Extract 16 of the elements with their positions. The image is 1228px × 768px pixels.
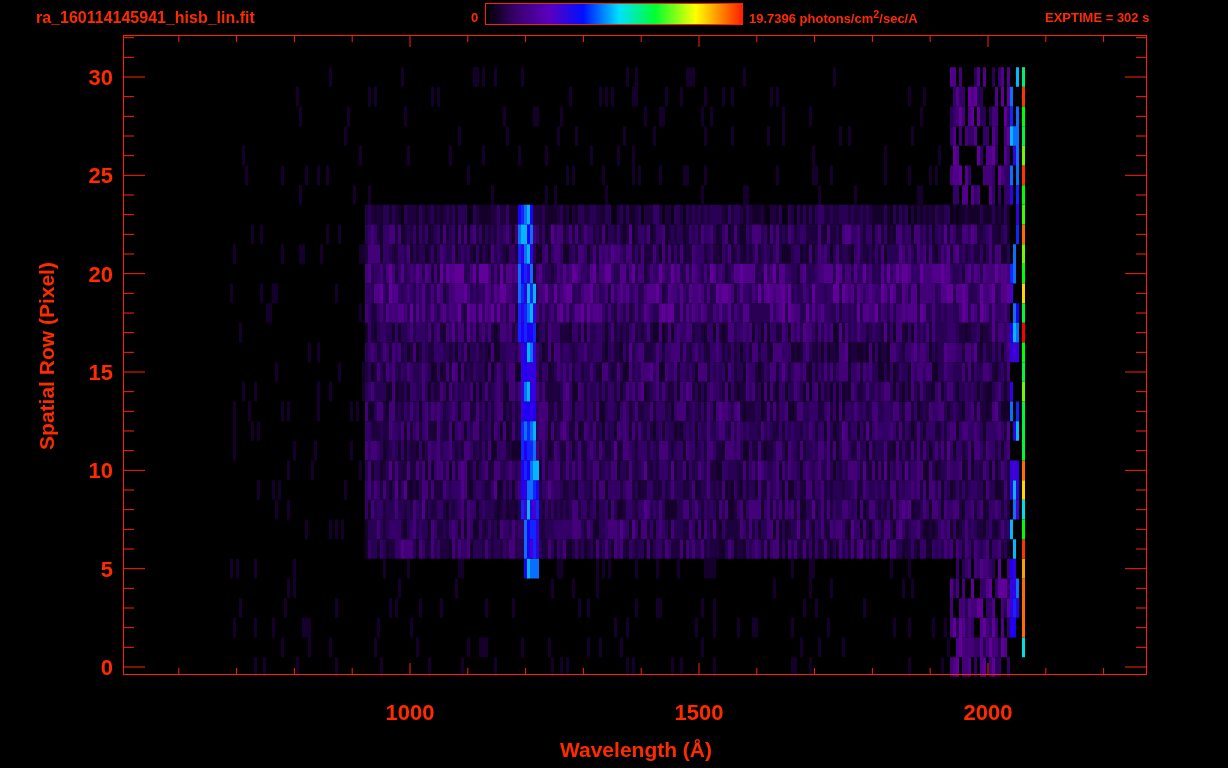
x-axis-title: Wavelength (Å) xyxy=(559,738,713,761)
y-tick-label: 30 xyxy=(88,65,113,90)
x-tick-label: 2000 xyxy=(963,700,1013,725)
y-tick-label: 0 xyxy=(100,655,113,680)
y-tick-label: 10 xyxy=(88,458,113,484)
y-tick-label: 15 xyxy=(88,360,113,385)
x-tick-label: 1000 xyxy=(385,700,435,725)
exposure-time: EXPTIME = 302 s xyxy=(1045,10,1150,25)
colorbar-max-label: 19.7396 photons/cm$^{2}$/sec/A xyxy=(749,8,919,27)
y-tick-label: 5 xyxy=(100,556,113,582)
colorbar-min-label: 0 xyxy=(471,10,480,25)
x-tick-label: 1500 xyxy=(674,700,724,725)
file-name: ra_160114145941_hisb_lin.fit xyxy=(36,8,256,27)
y-tick-label: 25 xyxy=(88,163,113,189)
y-axis-title: Spatial Row (Pixel) xyxy=(35,262,58,450)
y-tick-label: 20 xyxy=(88,261,113,287)
